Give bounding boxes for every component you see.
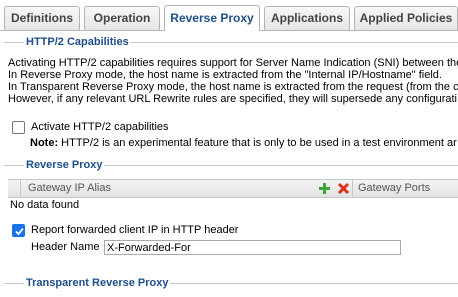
http2-description-line-4: However, if any relevant URL Rewrite rul… xyxy=(8,93,457,105)
grid-column-separator xyxy=(352,180,353,197)
grid-column-separator xyxy=(20,180,21,197)
transparent-section-legend: Transparent Reverse Proxy xyxy=(24,277,171,289)
tab-bar: Definitions Operation Reverse Proxy Appl… xyxy=(0,0,458,31)
reverse-proxy-section-legend: Reverse Proxy xyxy=(24,159,105,171)
grid-empty-message: No data found xyxy=(10,199,80,211)
header-name-label: Header Name xyxy=(31,241,100,253)
gateway-ports-column-header[interactable]: Gateway Ports xyxy=(358,180,430,197)
http2-description-line-2: In Reverse Proxy mode, the host name is … xyxy=(8,69,442,81)
tab-applied-policies[interactable]: Applied Policies xyxy=(354,6,458,30)
http2-description-line-3: In Transparent Reverse Proxy mode, the h… xyxy=(8,81,458,93)
tab-operation[interactable]: Operation xyxy=(84,6,160,30)
activate-http2-label: Activate HTTP/2 capabilities xyxy=(31,121,169,133)
http2-note-text: HTTP/2 is an experimental feature that i… xyxy=(58,137,457,149)
activate-http2-checkbox[interactable] xyxy=(12,121,25,134)
report-forwarded-ip-label: Report forwarded client IP in HTTP heade… xyxy=(31,224,239,236)
checkmark-icon xyxy=(15,227,24,236)
delete-icon[interactable] xyxy=(337,182,350,195)
report-forwarded-ip-checkbox[interactable] xyxy=(12,224,25,237)
add-icon[interactable] xyxy=(318,182,331,195)
tab-applications[interactable]: Applications xyxy=(264,6,350,30)
http2-note: Note: HTTP/2 is an experimental feature … xyxy=(30,137,457,149)
tab-reverse-proxy[interactable]: Reverse Proxy xyxy=(164,5,260,31)
gateway-grid-header: Gateway IP Alias Gateway Ports xyxy=(8,179,458,198)
http2-note-prefix: Note: xyxy=(30,137,59,149)
header-name-input[interactable] xyxy=(104,240,401,255)
http2-section-legend: HTTP/2 Capabilities xyxy=(24,36,131,48)
http2-description-line-1: Activating HTTP/2 capabilities requires … xyxy=(8,57,458,69)
tab-definitions[interactable]: Definitions xyxy=(4,6,80,30)
gateway-ip-alias-column-header[interactable]: Gateway IP Alias xyxy=(28,180,111,197)
